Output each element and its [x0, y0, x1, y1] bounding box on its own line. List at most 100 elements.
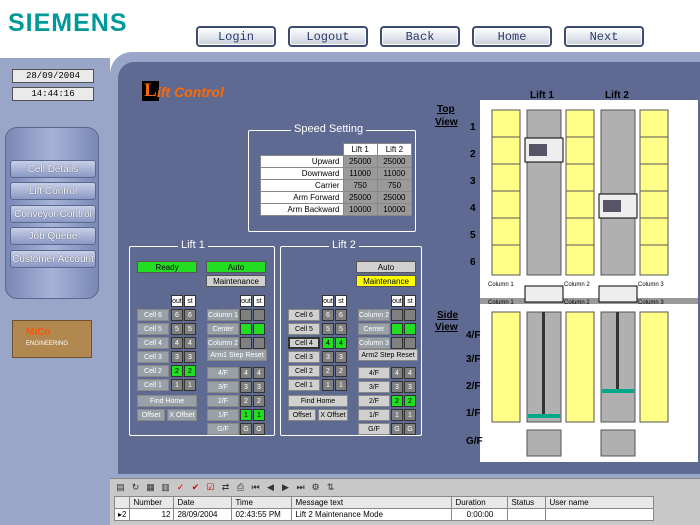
lift2-floor-st: 4: [404, 367, 416, 379]
lock-icon[interactable]: ⚙: [309, 481, 322, 494]
lift1-floor-button[interactable]: 3/F: [207, 381, 239, 393]
prev-icon[interactable]: ◀: [264, 481, 277, 494]
alarm-list-icon[interactable]: ▤: [114, 481, 127, 494]
lift2-cell-st: 5: [335, 323, 347, 335]
lift1-maintenance-button[interactable]: Maintenance: [206, 275, 266, 287]
first-icon[interactable]: ⏮: [249, 481, 262, 494]
log-header-number[interactable]: Number: [129, 496, 175, 509]
menu-customer-account[interactable]: Customer Account: [10, 250, 96, 268]
speed-header-lift1: Lift 1: [342, 143, 378, 156]
login-button[interactable]: Login: [196, 26, 276, 47]
topview-row-label: 6: [470, 257, 476, 268]
lift1-col-out: [240, 309, 252, 321]
lift2-cell-button[interactable]: Cell 5: [288, 323, 320, 335]
speed-value[interactable]: 10000: [342, 203, 378, 216]
ack-group-icon[interactable]: ☑: [204, 481, 217, 494]
lift1-x-offset-button[interactable]: X Offset: [167, 409, 197, 421]
lift2-cell-button[interactable]: Cell 3: [288, 351, 320, 363]
lift1-floor-button[interactable]: 1/F: [207, 409, 239, 421]
log-header-duration[interactable]: Duration: [451, 496, 509, 509]
lift2-floor-button[interactable]: 3/F: [358, 381, 390, 393]
lift2-pit: [600, 429, 636, 457]
speed-value[interactable]: 11000: [376, 167, 413, 180]
speed-value[interactable]: 10000: [376, 203, 413, 216]
topview-label2: View: [435, 117, 458, 128]
lift1-cell-button[interactable]: Cell 4: [137, 337, 169, 349]
lift2-auto-button[interactable]: Auto: [356, 261, 416, 273]
menu-conveyor-control[interactable]: Conveyor Control: [10, 205, 96, 223]
log-user: [545, 508, 655, 521]
lift1-floor-button[interactable]: 4/F: [207, 367, 239, 379]
lift2-column-button[interactable]: Column 2: [358, 309, 390, 321]
lift2-column-button[interactable]: Center: [358, 323, 390, 335]
speed-value[interactable]: 25000: [342, 191, 378, 204]
book-icon[interactable]: ▥: [159, 481, 172, 494]
lift1-floor-button[interactable]: 2/F: [207, 395, 239, 407]
lift1-floor-button[interactable]: G/F: [207, 423, 239, 435]
lift2-x-offset-button[interactable]: X Offset: [318, 409, 348, 421]
ack-icon[interactable]: ✓: [174, 481, 187, 494]
lift2-floor-button[interactable]: 2/F: [358, 395, 390, 407]
speed-value[interactable]: 25000: [342, 155, 378, 168]
filter-icon[interactable]: ▦: [144, 481, 157, 494]
log-header-user[interactable]: User name: [545, 496, 655, 509]
lift1-cell-button[interactable]: Cell 5: [137, 323, 169, 335]
page-title: ift Control: [157, 84, 224, 100]
lift1-cell-button[interactable]: Cell 3: [137, 351, 169, 363]
speed-value[interactable]: 25000: [376, 191, 413, 204]
speed-value[interactable]: 750: [376, 179, 413, 192]
lift1-cell-st: 6: [184, 309, 196, 321]
lift1-auto-button[interactable]: Auto: [206, 261, 266, 273]
lift2-offset-button[interactable]: Offset: [288, 409, 316, 421]
reset-icon[interactable]: ⇄: [219, 481, 232, 494]
lift2-floor-button[interactable]: 4/F: [358, 367, 390, 379]
lift1-column-button[interactable]: Column 2: [207, 337, 239, 349]
logo-line1: MiCo: [26, 327, 51, 338]
last-icon[interactable]: ⏭: [294, 481, 307, 494]
lift2-cell-button[interactable]: Cell 2: [288, 365, 320, 377]
log-header-date[interactable]: Date: [173, 496, 233, 509]
lift1-cells-st-header: st: [184, 295, 196, 307]
refresh-icon[interactable]: ↻: [129, 481, 142, 494]
lift2-find-home-button[interactable]: Find Home: [288, 395, 348, 407]
print-icon[interactable]: ⎙: [234, 481, 247, 494]
lift1-col-st: [253, 337, 265, 349]
lift2-cell-button[interactable]: Cell 1: [288, 379, 320, 391]
log-header-message[interactable]: Message text: [291, 496, 453, 509]
menu-cell-details[interactable]: Cell Details: [10, 160, 96, 178]
back-button[interactable]: Back: [380, 26, 460, 47]
lift1-arm-step-reset-button[interactable]: Arm1 Step Reset: [207, 349, 267, 361]
log-date: 28/09/2004: [173, 508, 233, 521]
lift2-maintenance-button[interactable]: Maintenance: [356, 275, 416, 287]
lift1-column-button[interactable]: Column 1: [207, 309, 239, 321]
lift2-floor-button[interactable]: G/F: [358, 423, 390, 435]
speed-value[interactable]: 25000: [376, 155, 413, 168]
ack-all-icon[interactable]: ✔: [189, 481, 202, 494]
lift2-arm-step-reset-button[interactable]: Arm2 Step Reset: [358, 349, 418, 361]
next-button[interactable]: Next: [564, 26, 644, 47]
lift1-cell-button[interactable]: Cell 6: [137, 309, 169, 321]
table-row[interactable]: ▸2 12 28/09/2004 02:43:55 PM Lift 2 Main…: [113, 508, 655, 521]
menu-lift-control[interactable]: Lift Control: [10, 182, 96, 200]
lift2-column-button[interactable]: Column 3: [358, 337, 390, 349]
lift2-floor-out: 3: [391, 381, 403, 393]
lift1-offset-button[interactable]: Offset: [137, 409, 165, 421]
home-button[interactable]: Home: [472, 26, 552, 47]
lift2-floor-button[interactable]: 1/F: [358, 409, 390, 421]
lift2-cell-button[interactable]: Cell 4: [288, 337, 320, 349]
logout-button[interactable]: Logout: [288, 26, 368, 47]
topview-column3: [639, 109, 669, 276]
log-header-time[interactable]: Time: [231, 496, 293, 509]
menu-job-queue[interactable]: Job Queue: [10, 227, 96, 245]
speed-value[interactable]: 11000: [342, 167, 378, 180]
lift1-column-button[interactable]: Center: [207, 323, 239, 335]
lift2-cell-button[interactable]: Cell 6: [288, 309, 320, 321]
speed-value[interactable]: 750: [342, 179, 378, 192]
next-icon[interactable]: ▶: [279, 481, 292, 494]
lift1-find-home-button[interactable]: Find Home: [137, 395, 197, 407]
log-header-status[interactable]: Status: [507, 496, 547, 509]
sort-icon[interactable]: ⇅: [324, 481, 337, 494]
lift1-cell-button[interactable]: Cell 1: [137, 379, 169, 391]
lift2-col-out-header: out: [391, 295, 403, 307]
lift1-cell-button[interactable]: Cell 2: [137, 365, 169, 377]
